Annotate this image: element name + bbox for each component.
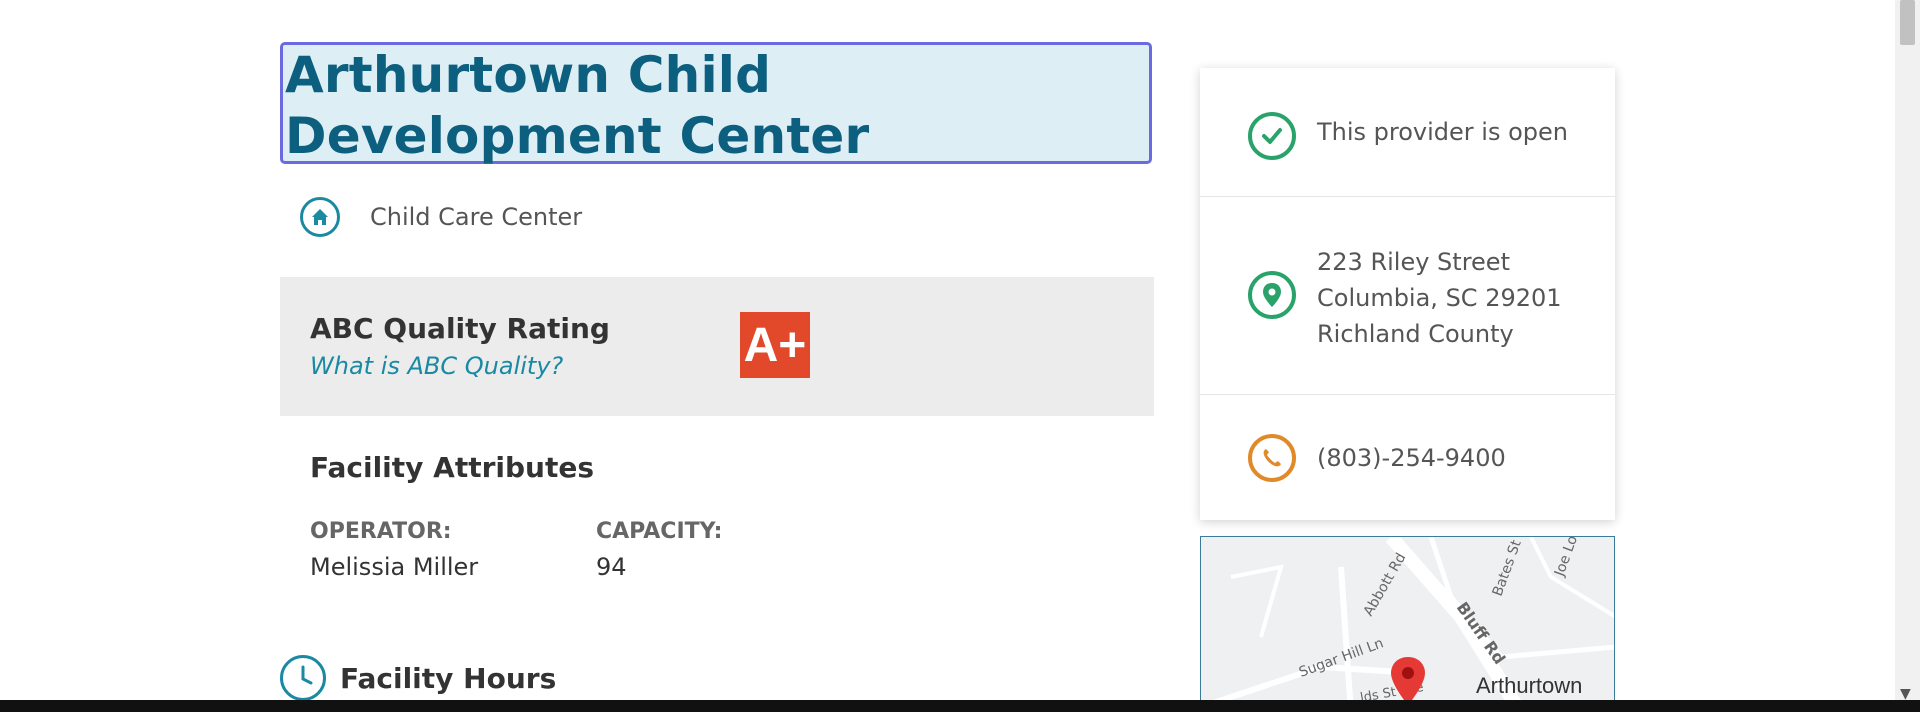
rating-badge: A+	[740, 312, 810, 378]
provider-info-card: This provider is open 223 Riley Street C…	[1200, 68, 1615, 520]
abc-quality-rating-panel: ABC Quality Rating What is ABC Quality? …	[280, 277, 1154, 416]
rating-title: ABC Quality Rating	[310, 312, 610, 345]
page-scrollbar[interactable]: ▼	[1895, 0, 1920, 712]
home-icon	[300, 197, 340, 237]
address-row: 223 Riley Street Columbia, SC 29201 Rich…	[1200, 196, 1615, 395]
page-title-box: Arthurtown Child Development Center	[280, 42, 1152, 165]
operator-value: Melissia Miller	[310, 553, 479, 581]
address-line1: 223 Riley Street	[1317, 248, 1510, 276]
address-line2: Columbia, SC 29201	[1317, 284, 1562, 312]
page-title: Arthurtown Child Development Center	[285, 46, 870, 165]
phone-row: (803)-254-9400	[1200, 394, 1615, 520]
provider-type-label: Child Care Center	[370, 203, 583, 231]
location-pin-icon	[1248, 271, 1296, 319]
facility-attributes-heading: Facility Attributes	[310, 451, 595, 484]
what-is-abc-quality-link[interactable]: What is ABC Quality?	[310, 352, 563, 380]
check-circle-icon	[1248, 112, 1296, 160]
capacity-label: CAPACITY:	[596, 519, 723, 544]
bottom-edge-bar	[0, 700, 1920, 712]
phone-link[interactable]: (803)-254-9400	[1317, 440, 1506, 476]
status-text: This provider is open	[1317, 118, 1568, 146]
operator-label: OPERATOR:	[310, 519, 452, 544]
provider-type-row: Child Care Center	[300, 193, 582, 241]
address-line3: Richland County	[1317, 320, 1514, 348]
clock-icon	[280, 655, 326, 701]
facility-hours-row[interactable]: Facility Hours	[280, 655, 556, 701]
map-street-label: Joe Lo	[1551, 537, 1581, 579]
location-map[interactable]: Abbott Rd Bates St Joe Lo Bluff Rd Sugar…	[1200, 536, 1615, 712]
facility-hours-heading: Facility Hours	[340, 661, 557, 695]
map-street-label: Bates St	[1490, 538, 1525, 599]
address-block: 223 Riley Street Columbia, SC 29201 Rich…	[1317, 244, 1562, 352]
map-street-label: Abbott Rd	[1361, 550, 1410, 619]
scrollbar-thumb[interactable]	[1900, 0, 1915, 45]
map-street-label: Sugar Hill Ln	[1297, 635, 1386, 680]
phone-icon	[1248, 434, 1296, 482]
capacity-value: 94	[596, 553, 627, 581]
map-place-label: Arthurtown	[1476, 673, 1583, 698]
status-row: This provider is open	[1200, 68, 1615, 197]
